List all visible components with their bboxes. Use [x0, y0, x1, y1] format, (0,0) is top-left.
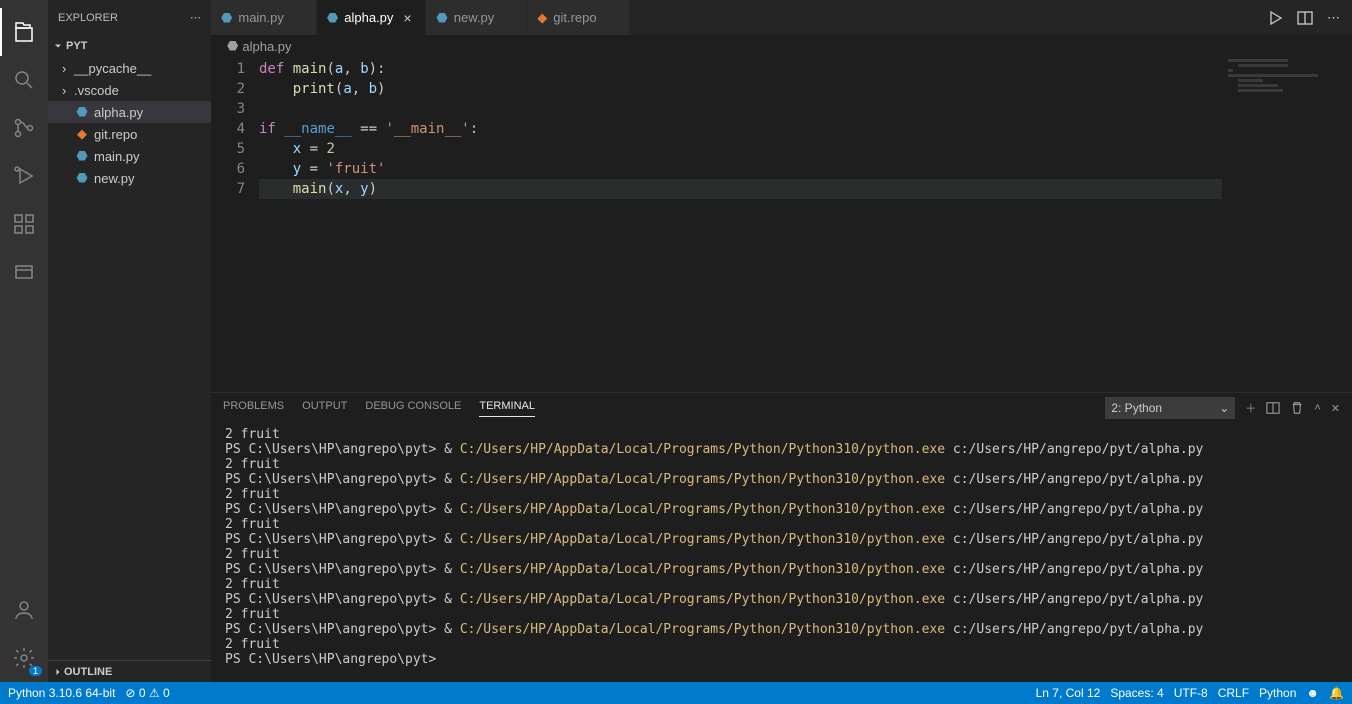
outline-section[interactable]: OUTLINE [48, 660, 211, 682]
status-problems[interactable]: ⊘ 0 ⚠ 0 [125, 686, 169, 700]
close-icon[interactable]: × [399, 10, 415, 26]
file-tree: ›__pycache__›.vscode⬣alpha.py◆git.repo⬣m… [48, 57, 211, 660]
tree-item-alpha.py[interactable]: ⬣alpha.py [48, 101, 211, 123]
status-eol[interactable]: CRLF [1218, 686, 1249, 700]
sidebar-title: EXPLORER [58, 12, 118, 24]
activity-bar: 1 [0, 0, 48, 682]
debug-icon[interactable] [0, 152, 48, 200]
tab-alpha.py[interactable]: ⬣alpha.py× [317, 0, 427, 35]
panel-tab-problems[interactable]: PROBLEMS [223, 400, 284, 417]
terminal-select[interactable]: 2: Python ⌄ [1105, 397, 1235, 419]
status-bar: Python 3.10.6 64-bit ⊘ 0 ⚠ 0 Ln 7, Col 1… [0, 682, 1352, 704]
settings-icon[interactable]: 1 [0, 634, 48, 682]
extensions-icon[interactable] [0, 200, 48, 248]
explorer-icon[interactable] [0, 8, 48, 56]
tree-item-.vscode[interactable]: ›.vscode [48, 79, 211, 101]
tree-item-__pycache__[interactable]: ›__pycache__ [48, 57, 211, 79]
tree-item-new.py[interactable]: ⬣new.py [48, 167, 211, 189]
misc-icon[interactable] [0, 248, 48, 296]
project-header[interactable]: PYT [48, 35, 211, 57]
account-icon[interactable] [0, 586, 48, 634]
status-python[interactable]: Python 3.10.6 64-bit [8, 686, 115, 700]
terminal[interactable]: 2 fruitPS C:\Users\HP\angrepo\pyt> & C:/… [211, 423, 1352, 682]
run-icon[interactable] [1267, 10, 1283, 26]
feedback-icon[interactable]: ☻ [1306, 686, 1319, 700]
close-panel-icon[interactable]: ✕ [1331, 402, 1340, 415]
tree-item-main.py[interactable]: ⬣main.py [48, 145, 211, 167]
status-cursor[interactable]: Ln 7, Col 12 [1036, 686, 1101, 700]
new-terminal-icon[interactable]: ＋ [1245, 400, 1256, 416]
status-lang[interactable]: Python [1259, 686, 1296, 700]
maximize-panel-icon[interactable]: ˄ [1314, 402, 1320, 414]
panel-tab-debug-console[interactable]: DEBUG CONSOLE [365, 400, 461, 417]
search-icon[interactable] [0, 56, 48, 104]
tree-item-git.repo[interactable]: ◆git.repo [48, 123, 211, 145]
chevron-down-icon: ⌄ [1219, 401, 1229, 415]
tab-git.repo[interactable]: ◆git.repo× [527, 0, 629, 35]
source-control-icon[interactable] [0, 104, 48, 152]
split-editor-icon[interactable] [1297, 10, 1313, 26]
split-terminal-icon[interactable] [1266, 401, 1280, 415]
editor[interactable]: 1234567 def main(a, b): print(a, b) if _… [211, 57, 1352, 392]
trash-icon[interactable] [1290, 401, 1304, 415]
tab-bar: ⬣main.py×⬣alpha.py×⬣new.py×◆git.repo× ⋯ [211, 0, 1352, 35]
breadcrumbs[interactable]: ⬣ alpha.py [211, 35, 1352, 57]
sidebar-more-icon[interactable]: ⋯ [190, 11, 201, 24]
panel: PROBLEMS OUTPUT DEBUG CONSOLE TERMINAL 2: P… [211, 392, 1352, 682]
tab-main.py[interactable]: ⬣main.py× [211, 0, 317, 35]
status-spaces[interactable]: Spaces: 4 [1110, 686, 1163, 700]
sidebar: EXPLORER ⋯ PYT ›__pycache__›.vscode⬣alph… [48, 0, 211, 682]
status-encoding[interactable]: UTF-8 [1174, 686, 1208, 700]
python-file-icon: ⬣ [227, 38, 238, 54]
tab-new.py[interactable]: ⬣new.py× [426, 0, 527, 35]
notifications-icon[interactable]: 🔔 [1329, 686, 1344, 700]
panel-tab-output[interactable]: OUTPUT [302, 400, 347, 417]
more-icon[interactable]: ⋯ [1327, 10, 1340, 26]
panel-tab-terminal[interactable]: TERMINAL [479, 400, 535, 417]
